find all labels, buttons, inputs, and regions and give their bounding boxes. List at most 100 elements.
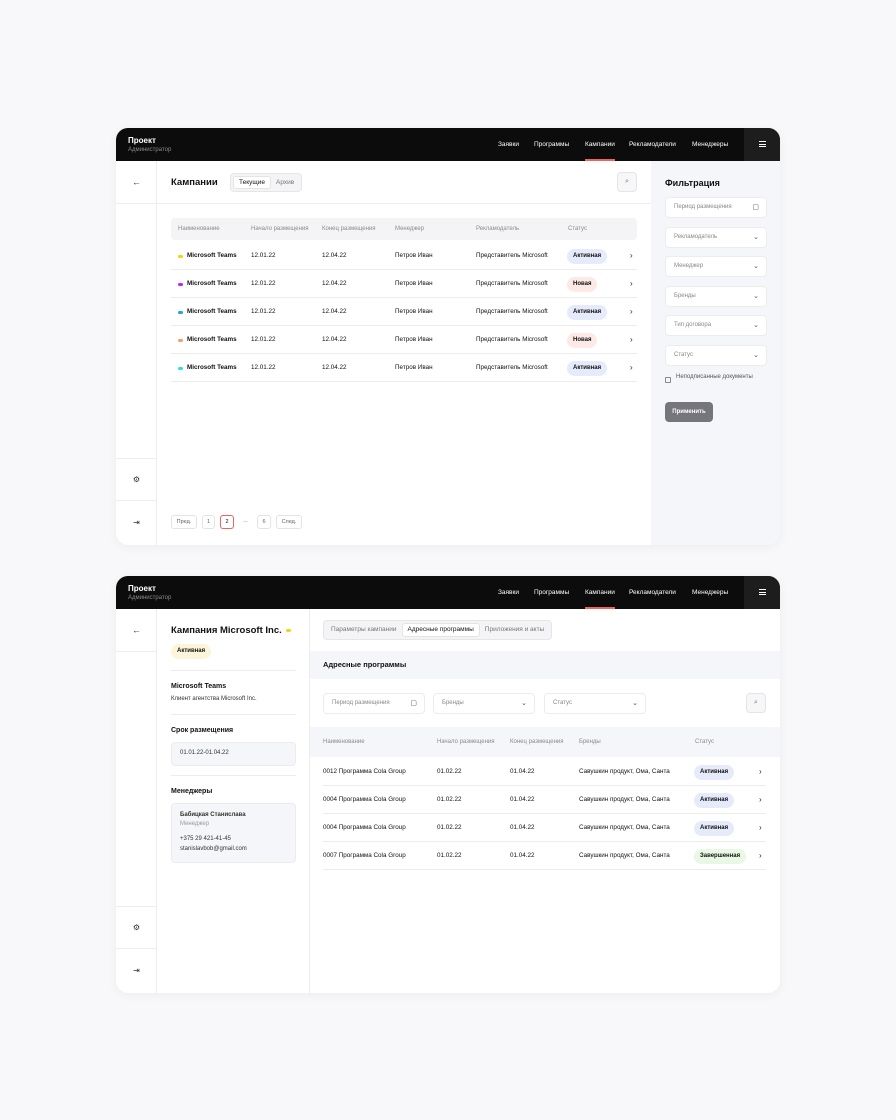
- column-header[interactable]: Начало размещения: [251, 218, 309, 240]
- back-icon: ←: [132, 625, 141, 635]
- chevron-right-icon[interactable]: ›: [630, 354, 633, 381]
- column-header[interactable]: Конец размещения: [322, 218, 376, 240]
- nav-item-programs[interactable]: Программы: [534, 576, 569, 609]
- period-field[interactable]: 01.01.22-01.04.22: [171, 742, 296, 766]
- table-row[interactable]: Microsoft Teams 12.01.22 12.04.22 Петров Ив…: [171, 242, 637, 270]
- nav-item-requests[interactable]: Заявки: [498, 128, 519, 161]
- tab-campaign-params[interactable]: Параметры кампании: [326, 623, 402, 637]
- chevron-right-icon[interactable]: ›: [630, 326, 633, 353]
- column-header[interactable]: Наименование: [178, 218, 220, 240]
- end-date: 12.04.22: [322, 252, 347, 259]
- unsigned-docs-label: Неподписанные документы: [676, 374, 753, 380]
- table-row[interactable]: Microsoft Teams 12.01.22 12.04.22 Петров Ив…: [171, 354, 637, 382]
- pagination-prev[interactable]: Пред.: [171, 515, 197, 529]
- chevron-down-icon: ⌄: [753, 352, 759, 359]
- campaign-name: Microsoft Teams: [187, 252, 237, 259]
- table-row[interactable]: Microsoft Teams 12.01.22 12.04.22 Петров Ив…: [171, 298, 637, 326]
- chevron-right-icon[interactable]: ›: [630, 242, 633, 269]
- chevron-right-icon[interactable]: ›: [759, 842, 762, 869]
- status-filter-select[interactable]: Статус ⌄: [544, 693, 646, 714]
- tab-archive[interactable]: Архив: [271, 176, 299, 189]
- menu-icon: [759, 141, 766, 143]
- pagination-next[interactable]: След.: [276, 515, 302, 529]
- table-row[interactable]: 0012 Программа Cola Group 01.02.22 01.04.2…: [323, 758, 766, 786]
- menu-button[interactable]: [744, 576, 780, 609]
- tab-current[interactable]: Текущие: [233, 176, 271, 189]
- chevron-right-icon[interactable]: ›: [759, 786, 762, 813]
- brand[interactable]: Проект Администратор: [128, 584, 171, 602]
- settings-button[interactable]: ⚙: [116, 906, 157, 948]
- color-dot: [178, 311, 183, 314]
- end-date: 12.04.22: [322, 364, 347, 371]
- column-header[interactable]: Наименование: [323, 727, 365, 757]
- section-title: Адресные программы: [323, 660, 407, 669]
- programs-table-header: Наименование Начало размещения Конец раз…: [310, 727, 780, 757]
- unsigned-docs-checkbox[interactable]: [665, 377, 671, 383]
- menu-button[interactable]: [744, 128, 780, 161]
- filter-advertiser-select[interactable]: Рекламодатель ⌄: [665, 227, 767, 248]
- nav-item-campaigns[interactable]: Кампании: [585, 128, 615, 161]
- left-sidebar: ← ⚙ ⇥: [116, 161, 157, 545]
- pagination-page[interactable]: 1: [202, 515, 215, 529]
- filter-contract-type-select[interactable]: Тип договора ⌄: [665, 315, 767, 336]
- tab-attachments[interactable]: Приложения и акты: [480, 623, 549, 637]
- search-button[interactable]: ⌕: [617, 172, 637, 192]
- column-header[interactable]: Рекламодатель: [476, 218, 519, 240]
- period-filter-input[interactable]: Период размещения ▢: [323, 693, 425, 714]
- apply-button[interactable]: Применить: [665, 402, 713, 422]
- color-dot: [178, 367, 183, 370]
- nav-item-programs[interactable]: Программы: [534, 128, 569, 161]
- campaign-title: Кампания Microsoft Inc.: [171, 625, 282, 636]
- start-date: 12.01.22: [251, 336, 276, 343]
- table-row[interactable]: Microsoft Teams 12.01.22 12.04.22 Петров Ив…: [171, 270, 637, 298]
- search-button[interactable]: ⌕: [746, 693, 766, 713]
- manager: Петров Иван: [395, 308, 433, 315]
- table-row[interactable]: 0007 Программа Cola Group 01.02.22 01.04.2…: [323, 842, 766, 870]
- column-header[interactable]: Статус: [695, 727, 714, 757]
- brand[interactable]: Проект Администратор: [128, 136, 171, 154]
- manager-phone[interactable]: +375 29 421-41-45: [180, 836, 231, 842]
- column-header[interactable]: Бренды: [579, 727, 601, 757]
- manager-card[interactable]: Бабицкая Станислава Менеджер +375 29 421…: [171, 803, 296, 863]
- nav-item-managers[interactable]: Менеджеры: [692, 128, 728, 161]
- table-row[interactable]: 0004 Программа Cola Group 01.02.22 01.04.2…: [323, 786, 766, 814]
- end-date: 12.04.22: [322, 308, 347, 315]
- nav-item-advertisers[interactable]: Рекламодатели: [629, 576, 676, 609]
- chevron-right-icon[interactable]: ›: [630, 270, 633, 297]
- column-header[interactable]: Менеджер: [395, 218, 424, 240]
- filter-brands-select[interactable]: Бренды ⌄: [665, 286, 767, 307]
- back-button[interactable]: ←: [116, 609, 157, 652]
- brands-filter-select[interactable]: Бренды ⌄: [433, 693, 535, 714]
- back-button[interactable]: ←: [116, 161, 157, 204]
- chevron-right-icon[interactable]: ›: [630, 298, 633, 325]
- brand-subtitle: Администратор: [128, 595, 172, 601]
- filter-period-input[interactable]: Период размещения ▢: [665, 197, 767, 218]
- logout-button[interactable]: ⇥: [116, 948, 157, 993]
- chevron-right-icon[interactable]: ›: [759, 814, 762, 841]
- filter-manager-select[interactable]: Менеджер ⌄: [665, 256, 767, 277]
- advertiser: Представитель Microsoft: [476, 308, 548, 315]
- period-value: 01.01.22-01.04.22: [180, 750, 229, 756]
- campaigns-table-header: Наименование Начало размещения Конец раз…: [171, 218, 637, 240]
- manager-email[interactable]: stanislavbob@gmail.com: [180, 846, 247, 852]
- tab-address-programs[interactable]: Адресные программы: [401, 623, 480, 637]
- settings-button[interactable]: ⚙: [116, 458, 157, 500]
- nav-item-advertisers[interactable]: Рекламодатели: [629, 128, 676, 161]
- table-row[interactable]: 0004 Программа Cola Group 01.02.22 01.04.2…: [323, 814, 766, 842]
- chevron-down-icon: ⌄: [753, 234, 759, 241]
- pagination-page[interactable]: 6: [257, 515, 271, 529]
- nav-item-requests[interactable]: Заявки: [498, 576, 519, 609]
- table-row[interactable]: Microsoft Teams 12.01.22 12.04.22 Петров Ив…: [171, 326, 637, 354]
- pagination-page-current[interactable]: 2: [220, 515, 234, 529]
- chevron-right-icon[interactable]: ›: [759, 758, 762, 785]
- nav-item-managers[interactable]: Менеджеры: [692, 576, 728, 609]
- status-badge: Активная: [567, 361, 608, 376]
- column-header[interactable]: Начало размещения: [437, 727, 495, 757]
- filter-status-select[interactable]: Статус ⌄: [665, 345, 767, 366]
- column-header[interactable]: Конец размещения: [510, 727, 564, 757]
- campaign-info-panel: Кампания Microsoft Inc. Активная Microso…: [157, 609, 310, 993]
- logout-button[interactable]: ⇥: [116, 500, 157, 545]
- column-header[interactable]: Статус: [568, 218, 587, 240]
- campaign-detail-window: Проект Администратор Заявки Программы Ка…: [116, 576, 780, 993]
- nav-item-campaigns[interactable]: Кампании: [585, 576, 615, 609]
